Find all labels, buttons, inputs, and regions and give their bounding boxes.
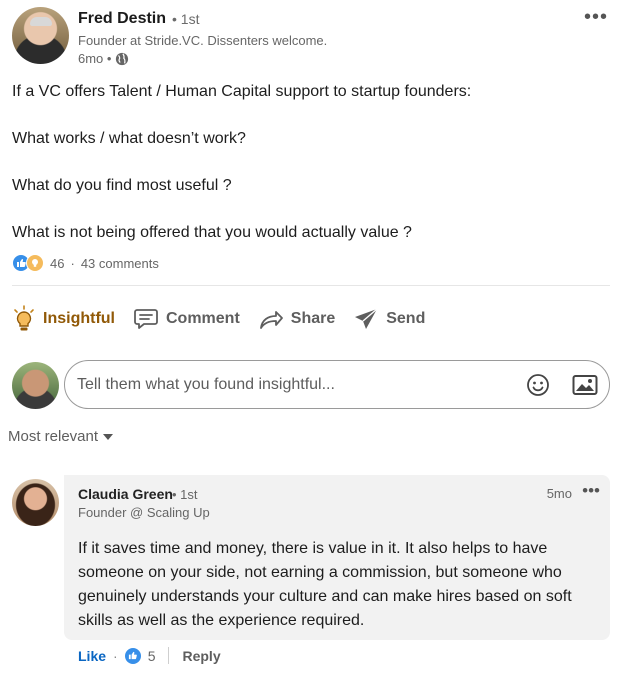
sort-comments-dropdown[interactable]: Most relevant [8,428,114,445]
send-label: Send [386,310,426,327]
image-icon[interactable] [572,374,598,396]
comment-bubble: Claudia Green • 1st Founder @ Scaling Up… [64,475,610,640]
author-connection-degree: • 1st [172,11,200,27]
comment-icon [134,309,158,329]
comment-more-options-icon[interactable]: ••• [582,481,600,501]
commenter-avatar[interactable] [12,479,59,526]
post-line: What works / what doesn’t work? [12,130,246,147]
commenter-connection-degree: • 1st [172,487,198,502]
post-line: What is not being offered that you would… [12,224,412,241]
comment-composer [12,360,612,410]
share-icon [259,311,283,329]
post-header: Fred Destin • 1st Founder at Stride.VC. … [12,6,612,68]
caret-down-icon [103,433,114,440]
like-icon[interactable] [124,647,141,664]
sort-label: Most relevant [8,428,99,445]
divider [12,285,610,286]
post-action-bar: Insightful Comment Share Send [12,300,425,338]
author-headline: Founder at Stride.VC. Dissenters welcome… [78,33,328,48]
send-button[interactable]: Send [353,307,425,331]
insightful-label: Insightful [43,310,115,327]
post-line: What do you find most useful ? [12,177,232,194]
divider [168,647,170,664]
reaction-separator: · [70,255,75,271]
commenter-name[interactable]: Claudia Green [78,486,173,502]
insightful-icon [26,254,44,272]
comments-count[interactable]: 43 comments [81,256,159,271]
comment-timestamp: 5mo [546,486,572,501]
current-user-avatar[interactable] [12,362,59,409]
reactions-summary: 46 · 43 comments [12,254,159,272]
emoji-icon[interactable] [526,373,550,397]
insightful-button[interactable]: Insightful [12,305,115,333]
comment-like-count[interactable]: 5 [148,648,156,664]
comment-like-separator: · [113,647,118,664]
reaction-count[interactable]: 46 [50,256,64,271]
author-name[interactable]: Fred Destin [78,10,166,28]
comment-button[interactable]: Comment [133,307,240,331]
post-body: If a VC offers Talent / Human Capital su… [12,80,602,245]
globe-icon [116,52,129,65]
post-time-text: 6mo • [78,51,112,66]
comment-text: If it saves time and money, there is val… [78,540,572,629]
comment-like-button[interactable]: Like [78,648,106,664]
commenter-headline: Founder @ Scaling Up [78,505,210,520]
share-button[interactable]: Share [258,307,335,331]
comment-label: Comment [165,310,240,327]
post-line: If a VC offers Talent / Human Capital su… [12,83,472,100]
post-timestamp: 6mo • [78,51,129,66]
lightbulb-icon [14,305,34,331]
comment-reply-button[interactable]: Reply [182,648,220,664]
send-icon [355,308,378,329]
share-label: Share [290,310,336,327]
more-options-icon[interactable]: ••• [584,6,608,29]
reaction-icons[interactable] [12,254,44,272]
comment-actions: Like · 5 Reply [78,647,221,664]
author-avatar[interactable] [12,7,69,64]
